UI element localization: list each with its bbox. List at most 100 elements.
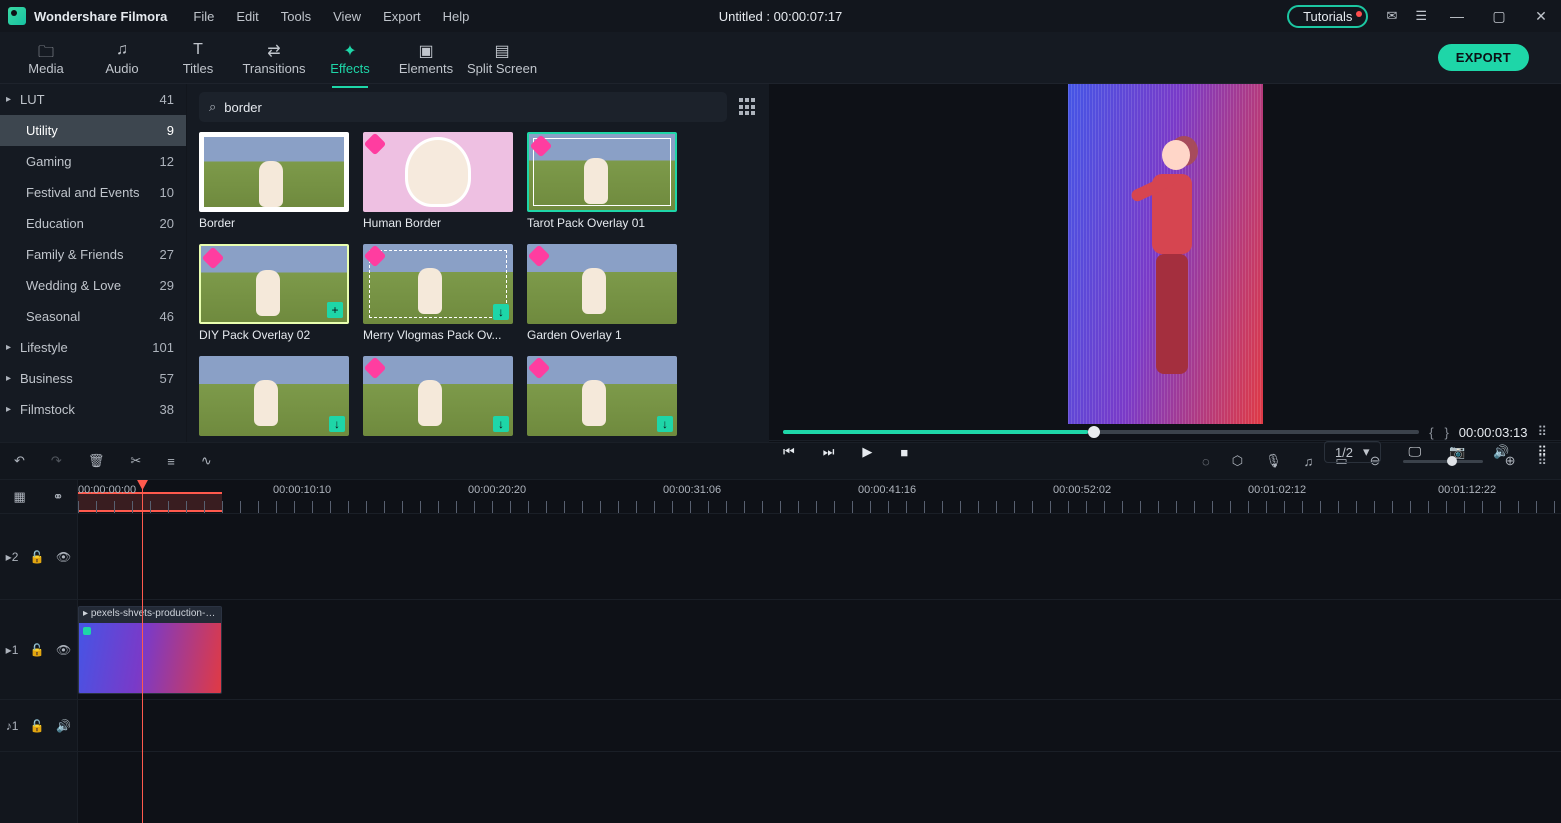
in-out-brackets[interactable]: { } xyxy=(1429,425,1449,440)
timeline-tracks[interactable]: 00:00:00:0000:00:10:1000:00:20:2000:00:3… xyxy=(78,480,1561,823)
menu-edit[interactable]: Edit xyxy=(236,9,258,24)
zoom-slider[interactable] xyxy=(1403,460,1483,463)
tab-elements[interactable]: ▣Elements xyxy=(388,39,464,76)
audio-wave-icon[interactable]: ∿ xyxy=(201,453,212,469)
menu-help[interactable]: Help xyxy=(443,9,470,24)
step-forward-icon[interactable]: ⏭ xyxy=(823,444,835,460)
thumbnail-label: Border xyxy=(199,216,349,230)
search-input[interactable] xyxy=(224,100,717,115)
sidebar-item-count: 38 xyxy=(160,402,174,417)
video-track-1[interactable]: ▸ pexels-shvets-production-7… xyxy=(78,600,1561,700)
sidebar-item-seasonal[interactable]: Seasonal46 xyxy=(0,301,186,332)
audio-track-1[interactable] xyxy=(78,700,1561,752)
effect-thumbnail[interactable]: ↓ xyxy=(199,356,349,440)
tutorials-button[interactable]: Tutorials xyxy=(1287,5,1368,28)
sidebar-item-lut[interactable]: ▸LUT41 xyxy=(0,84,186,115)
premium-icon xyxy=(528,357,551,380)
sidebar-item-education[interactable]: Education20 xyxy=(0,208,186,239)
delete-icon[interactable]: 🗑 xyxy=(88,453,105,469)
messages-icon[interactable]: ✉ xyxy=(1386,8,1397,24)
grid-view-icon[interactable] xyxy=(739,98,757,116)
track-header-a1[interactable]: ♪1 🔓 🔊 xyxy=(0,700,77,752)
zoom-knob[interactable] xyxy=(1447,456,1457,466)
adjust-icon[interactable]: ≡ xyxy=(167,454,175,469)
clip-effect-badge-icon xyxy=(83,627,91,635)
effect-thumbnail[interactable]: Human Border xyxy=(363,132,513,230)
tab-audio[interactable]: ♫Audio xyxy=(84,39,160,76)
speaker-icon[interactable]: 🔊 xyxy=(56,719,71,733)
sidebar-item-lifestyle[interactable]: ▸Lifestyle101 xyxy=(0,332,186,363)
download-icon[interactable]: ↓ xyxy=(493,416,509,432)
effect-thumbnail[interactable]: Tarot Pack Overlay 01 xyxy=(527,132,677,230)
sidebar-item-utility[interactable]: Utility9 xyxy=(0,115,186,146)
menu-file[interactable]: File xyxy=(193,9,214,24)
tab-label: Titles xyxy=(183,61,214,76)
play-icon[interactable]: ▶ xyxy=(862,444,872,460)
sidebar-item-business[interactable]: ▸Business57 xyxy=(0,363,186,394)
eye-icon[interactable]: 👁 xyxy=(56,643,71,657)
menu-tools[interactable]: Tools xyxy=(281,9,311,24)
sidebar-item-filmstock[interactable]: ▸Filmstock38 xyxy=(0,394,186,425)
seek-bar[interactable] xyxy=(783,430,1419,434)
link-icon[interactable]: ⚭ xyxy=(53,489,64,505)
ruler-tick: 00:01:12:22 xyxy=(1438,484,1496,496)
tab-titles[interactable]: TTitles xyxy=(160,39,236,76)
effect-thumbnail[interactable]: ↓ xyxy=(363,356,513,440)
lock-icon[interactable]: 🔓 xyxy=(30,643,45,657)
timeline-clip[interactable]: ▸ pexels-shvets-production-7… xyxy=(78,606,222,694)
splitscreen-icon: ▤ xyxy=(464,41,540,61)
eye-icon[interactable]: 👁 xyxy=(56,550,71,564)
window-maximize-icon[interactable]: ▢ xyxy=(1487,8,1511,25)
playhead[interactable] xyxy=(142,480,143,823)
window-minimize-icon[interactable]: — xyxy=(1445,8,1469,24)
track-id: ▸2 xyxy=(6,550,19,564)
time-ruler[interactable]: 00:00:00:0000:00:10:1000:00:20:2000:00:3… xyxy=(78,480,1561,514)
sidebar-item-family-friends[interactable]: Family & Friends27 xyxy=(0,239,186,270)
undo-icon[interactable]: ↶ xyxy=(14,453,25,469)
track-header-v1[interactable]: ▸1 🔓 👁 xyxy=(0,600,77,700)
add-icon[interactable]: + xyxy=(327,302,343,318)
redo-icon[interactable]: ↷ xyxy=(51,453,62,469)
export-button[interactable]: EXPORT xyxy=(1438,44,1529,71)
search-field[interactable]: ⌕ xyxy=(199,92,727,122)
effect-thumbnail[interactable]: ↓Merry Vlogmas Pack Ov... xyxy=(363,244,513,342)
effect-thumbnail[interactable]: Garden Overlay 1 xyxy=(527,244,677,342)
lock-icon[interactable]: 🔓 xyxy=(30,550,45,564)
preview-subject xyxy=(1128,140,1206,390)
download-icon[interactable]: ↓ xyxy=(493,304,509,320)
thumbnail-image: ↓ xyxy=(363,244,513,324)
sidebar-item-wedding-love[interactable]: Wedding & Love29 xyxy=(0,270,186,301)
download-icon[interactable]: ↓ xyxy=(657,416,673,432)
timeline-options-icon[interactable]: ▦ xyxy=(13,489,25,505)
effect-thumbnail[interactable]: ↓+DIY Pack Overlay 02 xyxy=(199,244,349,342)
preview-drag-handle-icon[interactable]: ⠿ xyxy=(1537,424,1547,440)
window-close-icon[interactable]: ✕ xyxy=(1529,8,1553,25)
effect-thumbnail[interactable]: ↓ xyxy=(527,356,677,440)
video-track-2[interactable] xyxy=(78,514,1561,600)
menu-export[interactable]: Export xyxy=(383,9,421,24)
preview-viewport[interactable] xyxy=(769,84,1561,424)
menu-view[interactable]: View xyxy=(333,9,361,24)
volume-icon[interactable]: 🔊 xyxy=(1493,444,1509,460)
task-list-icon[interactable]: ☰ xyxy=(1415,8,1427,24)
display-settings-icon[interactable]: 🖵 xyxy=(1409,444,1422,460)
zoom-ratio-select[interactable]: 1/2 ▾ xyxy=(1324,441,1381,463)
split-icon[interactable]: ✂ xyxy=(130,453,141,469)
tab-media[interactable]: 🗀Media xyxy=(8,39,84,76)
stop-icon[interactable]: ■ xyxy=(900,445,908,460)
ruler-tick: 00:00:10:10 xyxy=(273,484,331,496)
lock-icon[interactable]: 🔓 xyxy=(30,719,45,733)
tab-effects[interactable]: ✦Effects xyxy=(312,39,388,76)
sidebar-item-count: 9 xyxy=(167,123,174,138)
panel-layout-icon[interactable]: ⠿ xyxy=(1537,444,1547,460)
step-back-icon[interactable]: ⏮ xyxy=(783,444,795,460)
seek-knob[interactable] xyxy=(1088,426,1100,438)
tab-split-screen[interactable]: ▤Split Screen xyxy=(464,39,540,76)
sidebar-item-festival-and-events[interactable]: Festival and Events10 xyxy=(0,177,186,208)
effect-thumbnail[interactable]: Border xyxy=(199,132,349,230)
tab-transitions[interactable]: ⇄Transitions xyxy=(236,39,312,76)
track-header-v2[interactable]: ▸2 🔓 👁 xyxy=(0,514,77,600)
sidebar-item-gaming[interactable]: Gaming12 xyxy=(0,146,186,177)
download-icon[interactable]: ↓ xyxy=(329,416,345,432)
ribbon: 🗀Media ♫Audio TTitles ⇄Transitions ✦Effe… xyxy=(0,32,1561,84)
